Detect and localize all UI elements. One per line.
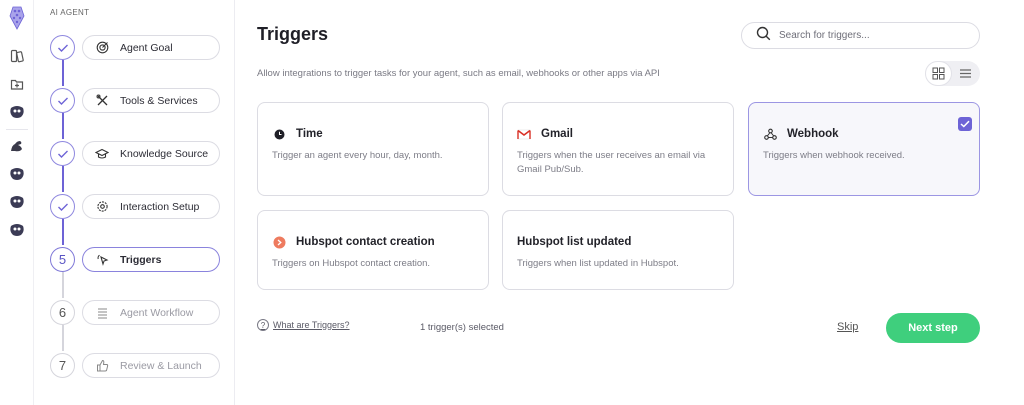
step-check-icon — [50, 141, 75, 166]
gmail-icon — [517, 127, 531, 141]
step-check-icon — [50, 35, 75, 60]
grid-view-button[interactable] — [925, 61, 952, 86]
skip-button[interactable]: Skip — [837, 321, 858, 333]
step-tools-services[interactable]: Tools & Services — [82, 88, 220, 113]
trigger-card-gmail[interactable]: Gmail Triggers when the user receives an… — [502, 102, 734, 196]
step-agent-goal[interactable]: Agent Goal — [82, 35, 220, 60]
step-number: 5 — [50, 247, 75, 272]
step-label: Review & Launch — [120, 359, 202, 372]
section-label: AI AGENT — [50, 8, 90, 17]
webhook-icon — [763, 127, 777, 141]
book-icon[interactable] — [8, 47, 26, 65]
clock-icon — [272, 127, 286, 141]
list-icon — [960, 69, 971, 78]
step-connector — [62, 60, 64, 86]
step-label: Triggers — [120, 253, 162, 266]
trigger-card-time[interactable]: Time Trigger an agent every hour, day, m… — [257, 102, 489, 196]
trigger-title: Hubspot contact creation — [296, 236, 435, 248]
selected-count: 1 trigger(s) selected — [420, 322, 504, 333]
trigger-title: Webhook — [787, 128, 839, 140]
search-box[interactable] — [741, 22, 980, 49]
what-are-triggers-link[interactable]: ? What are Triggers? — [257, 319, 350, 331]
selected-checkbox[interactable] — [958, 117, 972, 131]
view-toggle — [925, 61, 980, 86]
trigger-description: Triggers on Hubspot contact creation. — [272, 258, 431, 269]
page-subtitle: Allow integrations to trigger tasks for … — [257, 68, 660, 79]
step-label: Agent Goal — [120, 41, 173, 54]
trigger-title: Hubspot list updated — [517, 236, 632, 248]
trigger-description: Triggers when the user receives an email… — [517, 150, 706, 175]
step-label: Agent Workflow — [120, 306, 194, 319]
search-icon — [756, 26, 771, 46]
trigger-description: Trigger an agent every hour, day, month. — [272, 150, 443, 161]
step-connector — [62, 325, 64, 351]
step-label: Tools & Services — [120, 94, 198, 107]
pointer-click-icon — [95, 253, 109, 267]
step-number: 7 — [50, 353, 75, 378]
step-triggers[interactable]: Triggers — [82, 247, 220, 272]
step-agent-workflow[interactable]: Agent Workflow — [82, 300, 220, 325]
grid-icon — [932, 67, 945, 80]
step-knowledge-source[interactable]: Knowledge Source — [82, 141, 220, 166]
trigger-card-webhook[interactable]: Webhook Triggers when webhook received. — [748, 102, 980, 196]
gear-icon — [95, 200, 109, 214]
target-icon — [95, 41, 109, 55]
trigger-card-hubspot-list[interactable]: Hubspot list updated Triggers when list … — [502, 210, 734, 290]
tools-icon — [95, 94, 109, 108]
trigger-description: Triggers when list updated in Hubspot. — [517, 258, 679, 269]
list-icon — [95, 306, 109, 320]
trigger-title: Gmail — [541, 128, 573, 140]
trigger-description: Triggers when webhook received. — [763, 150, 905, 161]
check-icon — [960, 120, 970, 128]
step-check-icon — [50, 88, 75, 113]
brand-logo — [9, 6, 25, 30]
question-icon: ? — [257, 319, 269, 331]
step-check-icon — [50, 194, 75, 219]
agent-avatar-icon[interactable] — [8, 221, 26, 239]
step-connector — [62, 219, 64, 245]
hubspot-icon — [272, 235, 286, 249]
search-input[interactable] — [779, 30, 959, 41]
trigger-card-hubspot-contact[interactable]: Hubspot contact creation Triggers on Hub… — [257, 210, 489, 290]
agent-avatar-icon[interactable] — [8, 165, 26, 183]
icon-rail — [0, 0, 34, 405]
help-link-label: What are Triggers? — [273, 320, 350, 330]
add-folder-icon[interactable] — [8, 75, 26, 93]
step-number: 6 — [50, 300, 75, 325]
wizard-steps-panel: AI AGENT Agent Goal Tools & Services Kno… — [35, 0, 235, 405]
trigger-title: Time — [296, 128, 323, 140]
step-label: Interaction Setup — [120, 200, 200, 213]
agent-avatar-icon[interactable] — [8, 193, 26, 211]
flexed-arm-icon[interactable] — [8, 137, 26, 155]
agent-avatar-icon[interactable] — [8, 103, 26, 121]
page-title: Triggers — [257, 24, 329, 44]
step-review-launch[interactable]: Review & Launch — [82, 353, 220, 378]
step-label: Knowledge Source — [120, 147, 209, 160]
list-view-button[interactable] — [952, 61, 979, 86]
step-connector — [62, 166, 64, 192]
step-connector — [62, 272, 64, 298]
thumbs-up-icon — [95, 359, 109, 373]
rail-divider — [6, 129, 28, 130]
graduation-cap-icon — [95, 147, 109, 161]
next-step-button[interactable]: Next step — [886, 313, 980, 343]
step-interaction-setup[interactable]: Interaction Setup — [82, 194, 220, 219]
step-connector — [62, 113, 64, 139]
